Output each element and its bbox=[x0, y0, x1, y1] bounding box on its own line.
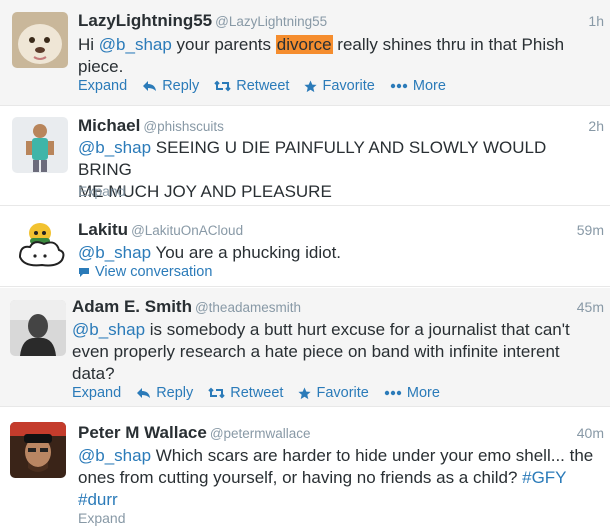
tweet-feed: LazyLightning55 @LazyLightning55 1h Hi @b… bbox=[0, 0, 610, 531]
tweet-item[interactable]: Lakitu @LakituOnACloud 59m @b_shap You ar… bbox=[0, 207, 610, 287]
retweet-button[interactable]: Retweet bbox=[214, 78, 289, 94]
more-button[interactable]: More bbox=[390, 78, 446, 94]
tweet-text-part: Hi bbox=[78, 35, 99, 54]
mention-link[interactable]: @b_shap bbox=[78, 243, 151, 262]
tweet-username[interactable]: @phishscuits bbox=[143, 119, 224, 134]
retweet-button[interactable]: Retweet bbox=[208, 385, 283, 401]
tweet-text: @b_shap Which scars are harder to hide u… bbox=[78, 445, 606, 511]
tweet-fullname[interactable]: LazyLightning55 bbox=[78, 11, 212, 30]
tweet-username[interactable]: @theadamesmith bbox=[195, 300, 301, 315]
tweet-username[interactable]: @LakituOnACloud bbox=[131, 223, 243, 238]
mention-link[interactable]: @b_shap bbox=[78, 446, 151, 465]
tweet-username[interactable]: @petermwallace bbox=[210, 426, 311, 441]
tweet-timestamp[interactable]: 2h bbox=[588, 118, 604, 134]
more-dots-icon bbox=[390, 83, 408, 89]
expand-link[interactable]: Expand bbox=[78, 510, 125, 526]
more-button[interactable]: More bbox=[384, 385, 440, 401]
tweet-text-part: really shines thru in that Phish bbox=[332, 35, 565, 54]
favorite-button[interactable]: Favorite bbox=[304, 78, 375, 94]
avatar[interactable] bbox=[10, 300, 66, 356]
tweet-timestamp[interactable]: 45m bbox=[577, 299, 604, 315]
reply-icon bbox=[143, 81, 157, 91]
avatar[interactable] bbox=[12, 217, 68, 273]
tweet-text: Hi @b_shap your parents divorce really s… bbox=[78, 34, 598, 78]
tweet-fullname[interactable]: Peter M Wallace bbox=[78, 423, 207, 442]
tweet-text-part: your parents bbox=[171, 35, 276, 54]
mention-link[interactable]: @b_shap bbox=[78, 138, 151, 157]
tweet-item[interactable]: Adam E. Smith @theadamesmith 45m @b_shap … bbox=[0, 288, 610, 407]
tweet-item[interactable]: Michael @phishscuits 2h @b_shap SEEING U … bbox=[0, 107, 610, 206]
tweet-item[interactable]: Peter M Wallace @petermwallace 40m @b_sha… bbox=[0, 408, 610, 531]
tweet-text: @b_shap SEEING U DIE PAINFULLY AND SLOWL… bbox=[78, 137, 603, 203]
tweet-actions: Expand Reply Retweet Favorite More bbox=[78, 78, 461, 94]
tweet-text-part: ones from cutting yourself, or having no… bbox=[78, 468, 523, 487]
hashtag-link[interactable]: #durr bbox=[78, 490, 118, 509]
tweet-text-part: data? bbox=[72, 364, 115, 383]
tweet-text-part: You are a phucking idiot. bbox=[151, 243, 342, 262]
tweet-fullname[interactable]: Michael bbox=[78, 116, 140, 135]
tweet-fullname[interactable]: Lakitu bbox=[78, 220, 128, 239]
retweet-icon bbox=[208, 387, 225, 399]
favorite-button[interactable]: Favorite bbox=[298, 385, 369, 401]
tweet-text-part: even properly research a hate piece on b… bbox=[72, 342, 560, 361]
expand-link[interactable]: Expand bbox=[72, 385, 121, 401]
mention-link[interactable]: @b_shap bbox=[72, 320, 145, 339]
tweet-text-part: Which scars are harder to hide under you… bbox=[151, 446, 594, 465]
tweet-username[interactable]: @LazyLightning55 bbox=[215, 14, 327, 29]
tweet-text: @b_shap You are a phucking idiot. bbox=[78, 242, 603, 264]
more-dots-icon bbox=[384, 390, 402, 396]
reply-button[interactable]: Reply bbox=[136, 385, 193, 401]
expand-link[interactable]: Expand bbox=[78, 183, 125, 199]
highlighted-term: divorce bbox=[275, 35, 333, 54]
speech-bubble-icon bbox=[79, 267, 89, 277]
tweet-text-part: is somebody a butt hurt excuse for a jou… bbox=[145, 320, 570, 339]
retweet-icon bbox=[214, 80, 231, 92]
star-icon bbox=[304, 80, 318, 92]
tweet-timestamp[interactable]: 59m bbox=[577, 222, 604, 238]
star-icon bbox=[298, 387, 312, 399]
avatar[interactable] bbox=[12, 12, 68, 68]
tweet-text: @b_shap is somebody a butt hurt excuse f… bbox=[72, 319, 602, 385]
tweet-item[interactable]: LazyLightning55 @LazyLightning55 1h Hi @b… bbox=[0, 0, 610, 106]
expand-link[interactable]: Expand bbox=[78, 78, 127, 94]
reply-icon bbox=[137, 388, 151, 398]
tweet-fullname[interactable]: Adam E. Smith bbox=[72, 297, 192, 316]
avatar[interactable] bbox=[12, 117, 68, 173]
tweet-timestamp[interactable]: 1h bbox=[588, 13, 604, 29]
tweet-actions: Expand Reply Retweet Favorite More bbox=[72, 385, 455, 401]
tweet-timestamp[interactable]: 40m bbox=[577, 425, 604, 441]
view-conversation-link[interactable]: View conversation bbox=[78, 264, 212, 280]
tweet-text-part: piece. bbox=[78, 57, 124, 76]
hashtag-link[interactable]: #GFY bbox=[522, 468, 566, 487]
mention-link[interactable]: @b_shap bbox=[99, 35, 172, 54]
reply-button[interactable]: Reply bbox=[142, 78, 199, 94]
avatar[interactable] bbox=[10, 422, 66, 478]
